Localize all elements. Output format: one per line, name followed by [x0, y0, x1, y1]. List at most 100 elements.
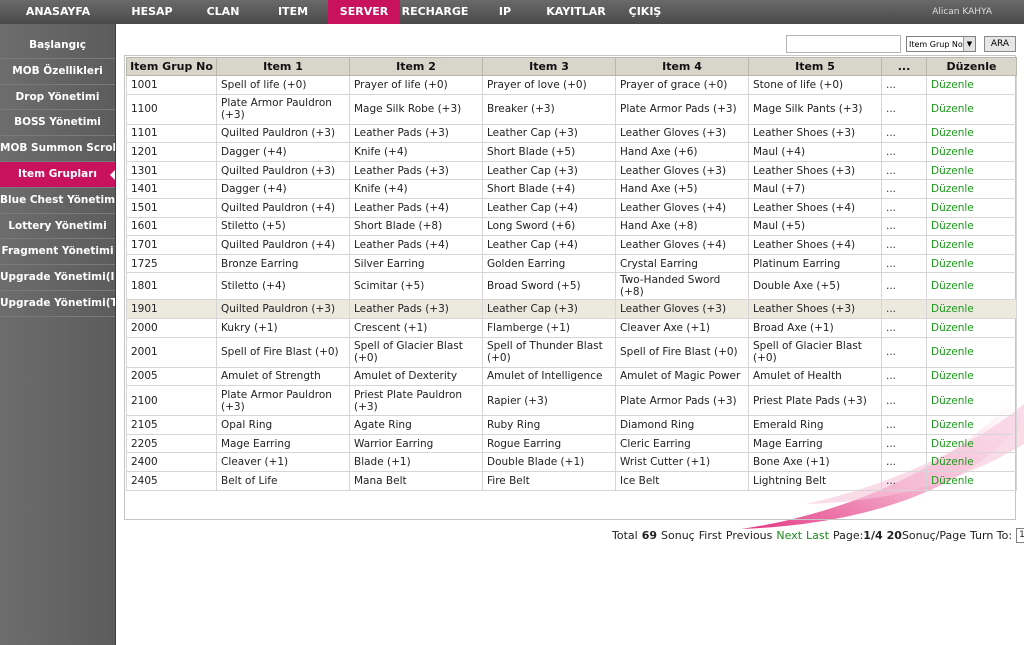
edit-link[interactable]: Düzenle: [926, 216, 1017, 237]
edit-link[interactable]: Düzenle: [926, 385, 1017, 417]
cell-more: ...: [881, 336, 927, 368]
sidebar-item-drop-yonetimi[interactable]: Drop Yönetimi: [0, 85, 115, 111]
table-row: 1401 Dagger (+4) Knife (+4) Short Blade (+4…: [126, 179, 1017, 199]
header-item-1[interactable]: Item 1: [216, 57, 350, 76]
table-row: 1201 Dagger (+4) Knife (+4) Short Blade (+5…: [126, 142, 1017, 162]
search-field-value: Item Grup No: [909, 39, 963, 49]
sidebar-item-item-gruplari[interactable]: Item Grupları: [0, 161, 115, 188]
cell-grup-no: 1601: [126, 216, 217, 237]
pager-page-value: 1/4: [863, 528, 883, 542]
table-row: 1501 Quilted Pauldron (+4) Leather Pads (+…: [126, 197, 1017, 218]
header-item-grup-no[interactable]: Item Grup No: [126, 57, 217, 76]
edit-link[interactable]: Düzenle: [926, 123, 1017, 144]
pager-next-link[interactable]: Next: [776, 529, 802, 542]
cell-item-5: Leather Shoes (+3): [748, 160, 882, 181]
sidebar-item-upgrade-t[interactable]: Upgrade Yönetimi(T): [0, 291, 115, 317]
nav-recharge[interactable]: RECHARGE: [400, 0, 470, 24]
sidebar-item-baslangic[interactable]: Başlangıç: [0, 33, 115, 59]
cell-item-2: Silver Earring: [349, 253, 483, 274]
pager-page-label: Page:: [832, 528, 864, 542]
cell-item-4: Spell of Fire Blast (+0): [615, 336, 749, 368]
cell-item-2: Blade (+1): [349, 452, 483, 472]
nav-ip[interactable]: IP: [470, 0, 540, 24]
edit-link[interactable]: Düzenle: [926, 299, 1017, 319]
edit-link[interactable]: Düzenle: [926, 366, 1017, 387]
search-input[interactable]: [786, 35, 901, 53]
cell-item-5: Maul (+7): [748, 179, 882, 199]
pager-previous-link[interactable]: Previous: [726, 529, 773, 542]
cell-item-5: Spell of Glacier Blast (+0): [748, 336, 882, 368]
pager-first-link[interactable]: First: [699, 529, 722, 542]
nav-anasayfa[interactable]: ANASAYFA: [0, 0, 116, 24]
sidebar-item-boss-yonetimi[interactable]: BOSS Yönetimi: [0, 110, 115, 137]
nav-item[interactable]: ITEM: [258, 0, 328, 24]
edit-link[interactable]: Düzenle: [926, 75, 1017, 95]
cell-more: ...: [881, 433, 927, 454]
header-item-5[interactable]: Item 5: [748, 57, 882, 76]
cell-item-3: Leather Cap (+4): [482, 235, 616, 255]
search-button[interactable]: ARA: [984, 36, 1016, 52]
table-row: 2000 Kukry (+1) Crescent (+1) Flamberge (+1…: [126, 317, 1017, 338]
cell-item-3: Broad Sword (+5): [482, 272, 616, 301]
header-item-2[interactable]: Item 2: [349, 57, 483, 76]
cell-item-5: Leather Shoes (+3): [748, 123, 882, 144]
cell-item-1: Spell of Fire Blast (+0): [216, 336, 350, 368]
cell-item-4: Prayer of grace (+0): [615, 75, 749, 95]
cell-item-1: Mage Earring: [216, 433, 350, 454]
sidebar-item-mob-summon-scroll[interactable]: MOB Summon Scroll: [0, 136, 115, 162]
nav-hesap[interactable]: HESAP: [116, 0, 188, 24]
cell-item-3: Short Blade (+4): [482, 179, 616, 199]
sidebar-item-blue-chest[interactable]: Blue Chest Yönetimi: [0, 188, 115, 214]
pager-per-page-label: Sonuç/Page: [901, 528, 966, 542]
pagination: Total 69 Sonuç First Previous Next Last …: [612, 527, 1024, 543]
edit-link[interactable]: Düzenle: [926, 235, 1017, 255]
nav-clan[interactable]: CLAN: [188, 0, 258, 24]
nav-kayitlar[interactable]: KAYITLAR: [540, 0, 612, 24]
cell-item-3: Ruby Ring: [482, 415, 616, 435]
edit-link[interactable]: Düzenle: [926, 253, 1017, 274]
edit-link[interactable]: Düzenle: [926, 197, 1017, 218]
cell-more: ...: [881, 235, 927, 255]
sidebar-item-fragment[interactable]: Fragment Yönetimi: [0, 239, 115, 266]
edit-link[interactable]: Düzenle: [926, 272, 1017, 301]
page-select[interactable]: 1 ▼: [1016, 527, 1024, 543]
header-item-4[interactable]: Item 4: [615, 57, 749, 76]
sidebar-item-upgrade-i[interactable]: Upgrade Yönetimi(I): [0, 265, 115, 291]
edit-link[interactable]: Düzenle: [926, 433, 1017, 454]
cell-item-4: Two-Handed Sword (+8): [615, 272, 749, 301]
table-row: 2105 Opal Ring Agate Ring Ruby Ring Diamond …: [126, 415, 1017, 435]
pager-last-link[interactable]: Last: [806, 529, 829, 542]
table-row: 1901 Quilted Pauldron (+3) Leather Pads (+…: [126, 299, 1017, 319]
cell-item-4: Plate Armor Pads (+3): [615, 93, 749, 125]
edit-link[interactable]: Düzenle: [926, 160, 1017, 181]
cell-item-5: Bone Axe (+1): [748, 452, 882, 472]
cell-item-3: Fire Belt: [482, 470, 616, 491]
edit-link[interactable]: Düzenle: [926, 415, 1017, 435]
cell-item-1: Quilted Pauldron (+3): [216, 123, 350, 144]
cell-item-3: Spell of Thunder Blast (+0): [482, 336, 616, 368]
cell-item-4: Diamond Ring: [615, 415, 749, 435]
nav-cikis[interactable]: ÇIKIŞ: [612, 0, 678, 24]
header-item-3[interactable]: Item 3: [482, 57, 616, 76]
cell-item-5: Platinum Earring: [748, 253, 882, 274]
cell-item-1: Quilted Pauldron (+4): [216, 235, 350, 255]
edit-link[interactable]: Düzenle: [926, 93, 1017, 125]
edit-link[interactable]: Düzenle: [926, 317, 1017, 338]
sidebar-item-mob-ozellikleri[interactable]: MOB Özellikleri: [0, 59, 115, 85]
edit-link[interactable]: Düzenle: [926, 142, 1017, 162]
search-field-select[interactable]: Item Grup No ▼: [906, 36, 976, 52]
cell-more: ...: [881, 75, 927, 95]
edit-link[interactable]: Düzenle: [926, 336, 1017, 368]
edit-link[interactable]: Düzenle: [926, 470, 1017, 491]
cell-item-3: Rapier (+3): [482, 385, 616, 417]
edit-link[interactable]: Düzenle: [926, 179, 1017, 199]
edit-link[interactable]: Düzenle: [926, 452, 1017, 472]
cell-item-3: Breaker (+3): [482, 93, 616, 125]
sidebar: Başlangıç MOB Özellikleri Drop Yönetimi …: [0, 24, 116, 645]
cell-item-4: Amulet of Magic Power: [615, 366, 749, 387]
nav-server[interactable]: SERVER: [328, 0, 400, 24]
cell-item-4: Leather Gloves (+4): [615, 235, 749, 255]
cell-grup-no: 1100: [126, 93, 217, 125]
cell-item-2: Leather Pads (+3): [349, 123, 483, 144]
sidebar-item-lottery[interactable]: Lottery Yönetimi: [0, 214, 115, 240]
